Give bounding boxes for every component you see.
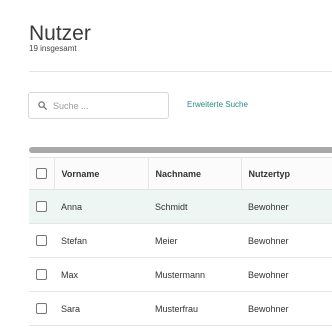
row-checkbox-cell [29, 224, 54, 258]
select-all-checkbox[interactable] [35, 168, 47, 180]
column-header-nachname[interactable]: Nachname [148, 157, 242, 190]
row-checkbox[interactable] [36, 269, 47, 281]
horizontal-scrollbar[interactable] [29, 147, 332, 153]
table-row[interactable]: Max Mustermann Bewohner [29, 258, 332, 292]
search-box[interactable] [28, 92, 169, 119]
search-input[interactable] [53, 100, 153, 111]
column-header-vorname[interactable]: Vorname [54, 157, 149, 190]
row-checkbox[interactable] [36, 201, 47, 213]
total-count: 19 insgesamt [29, 44, 77, 53]
cell-vorname: Max [61, 269, 79, 280]
cell-vorname: Stefan [61, 235, 88, 246]
column-header-nutzertyp[interactable]: Nutzertyp [241, 157, 332, 190]
header-divider [29, 71, 332, 72]
row-checkbox-cell [29, 292, 54, 326]
select-all-cell [29, 157, 55, 190]
row-checkbox-cell [29, 190, 54, 224]
row-checkbox[interactable] [36, 303, 47, 315]
table-row[interactable]: Anna Schmidt Bewohner [29, 189, 332, 224]
cell-nachname: Mustermann [155, 269, 206, 280]
page-title: Nutzer [29, 22, 91, 45]
users-table: Vorname Nachname Nutzertyp Anna Schmidt … [29, 157, 332, 326]
cell-nutzertyp: Bewohner [248, 303, 289, 314]
cell-nutzertyp: Bewohner [248, 269, 289, 280]
search-icon [38, 101, 47, 110]
cell-nutzertyp: Bewohner [248, 235, 289, 246]
table-row[interactable]: Sara Musterfrau Bewohner [29, 292, 332, 326]
cell-nachname: Schmidt [155, 201, 188, 212]
row-checkbox[interactable] [36, 235, 47, 247]
table-header-row: Vorname Nachname Nutzertyp [29, 157, 332, 190]
cell-nutzertyp: Bewohner [248, 201, 289, 212]
cell-nachname: Meier [155, 235, 178, 246]
cell-vorname: Anna [61, 201, 83, 212]
row-checkbox-cell [29, 258, 54, 292]
table-row[interactable]: Stefan Meier Bewohner [29, 224, 332, 258]
cell-vorname: Sara [61, 303, 81, 314]
users-page: Nutzer 19 insgesamt Erweiterte Suche Vor… [0, 0, 332, 329]
cell-nachname: Musterfrau [155, 303, 199, 314]
advanced-search-link[interactable]: Erweiterte Suche [187, 100, 248, 110]
